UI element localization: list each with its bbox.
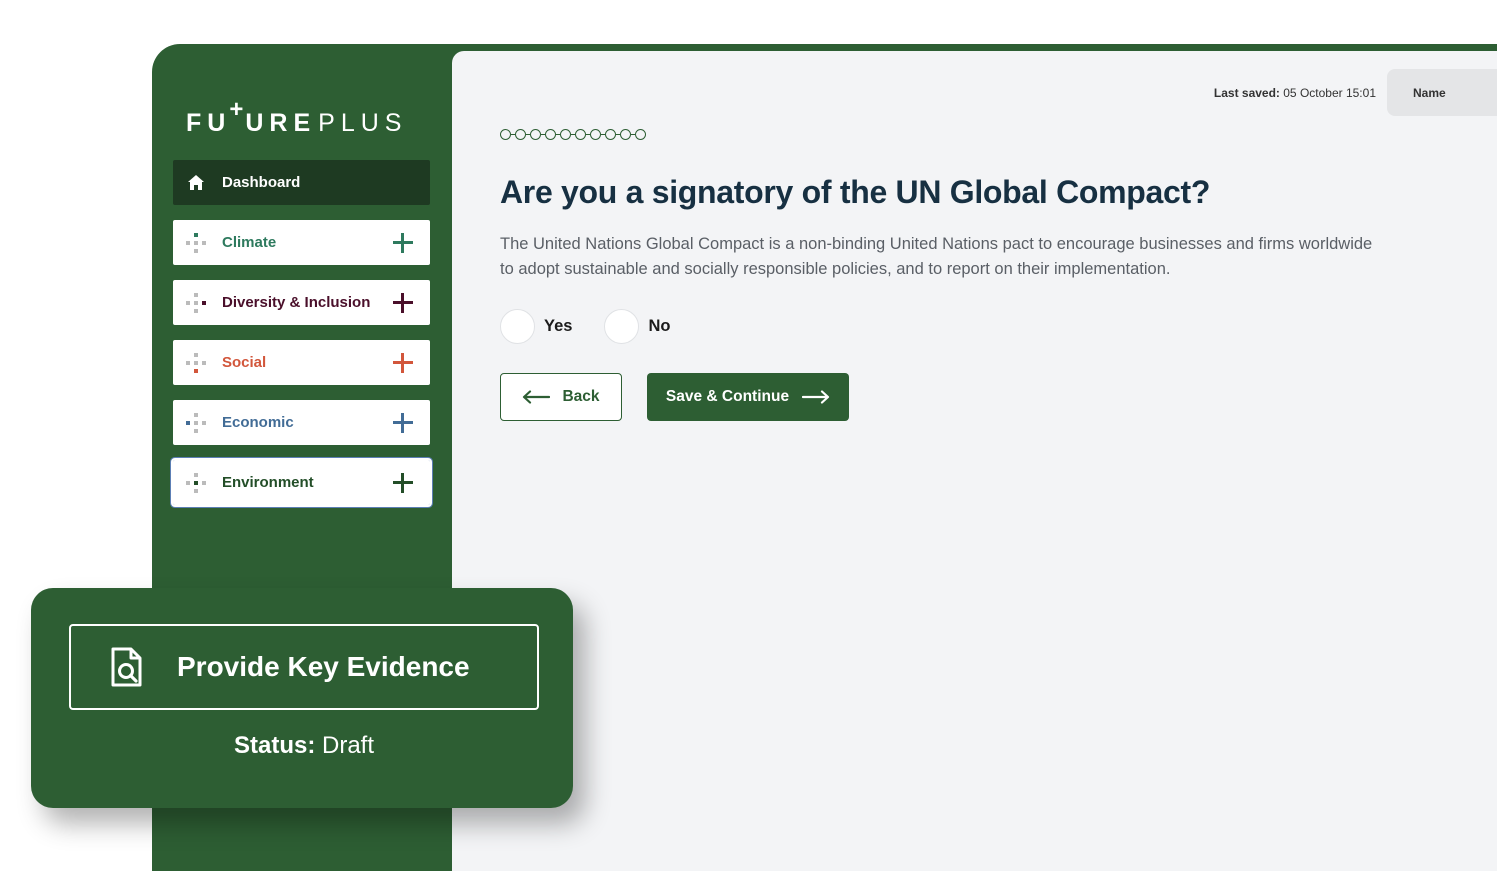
step-dot[interactable] [530, 129, 541, 140]
evidence-label: Provide Key Evidence [177, 651, 470, 682]
step-dot[interactable] [620, 129, 631, 140]
grid-dots-icon [185, 472, 207, 494]
document-search-icon [107, 646, 147, 688]
grid-dots-icon [185, 232, 207, 254]
sidebar-item-label: Dashboard [222, 174, 301, 191]
step-dot[interactable] [635, 129, 646, 140]
step-dot[interactable] [605, 129, 616, 140]
grid-dots-icon [185, 352, 207, 374]
yes-radio[interactable] [500, 309, 535, 344]
grid-dots-icon [185, 412, 207, 434]
last-saved-text: Last saved: 05 October 15:01 [1213, 86, 1376, 100]
question-title: Are you a signatory of the UN Global Com… [500, 174, 1211, 210]
sidebar-item-diversity-inclusion[interactable]: Diversity & Inclusion [173, 280, 430, 325]
plus-icon[interactable] [393, 352, 413, 373]
sidebar-item-label: Climate [222, 234, 277, 251]
arrow-left-icon [522, 390, 551, 404]
option-yes[interactable]: Yes [500, 309, 572, 344]
sidebar-item-label: Diversity & Inclusion [222, 294, 371, 311]
back-button[interactable]: Back [500, 373, 622, 421]
step-dot[interactable] [575, 129, 586, 140]
key-evidence-card: Provide Key Evidence Status: Draft [31, 588, 573, 808]
no-radio[interactable] [604, 309, 640, 344]
step-dot[interactable] [515, 129, 526, 140]
sidebar-item-label: Environment [222, 474, 314, 491]
option-label: Yes [544, 317, 573, 335]
step-dot[interactable] [545, 129, 556, 140]
plus-icon[interactable] [393, 232, 413, 253]
plus-icon[interactable] [393, 292, 413, 313]
status-text: Status: Draft [233, 732, 375, 759]
step-dot[interactable] [500, 129, 511, 140]
futureplus-logo: FU + URE PLUS [186, 96, 408, 137]
step-dot[interactable] [590, 129, 601, 140]
plus-icon[interactable] [393, 472, 413, 493]
sidebar-item-environment[interactable]: Environment [171, 458, 432, 507]
user-name-button[interactable]: Name [1387, 69, 1497, 116]
step-dot[interactable] [560, 129, 571, 140]
sidebar-item-climate[interactable]: Climate [173, 220, 430, 265]
sidebar-item-economic[interactable]: Economic [173, 400, 430, 445]
home-icon [185, 172, 207, 194]
sidebar-item-social[interactable]: Social [173, 340, 430, 385]
save-continue-button[interactable]: Save & Continue [647, 373, 849, 421]
main-content: Last saved: 05 October 15:01 Name Are yo… [452, 51, 1497, 871]
arrow-right-icon [802, 390, 830, 404]
sidebar-nav: Dashboard Climate Diversity & Inclusion [171, 160, 432, 520]
sidebar-item-label: Economic [222, 414, 294, 431]
sidebar-item-label: Social [222, 354, 267, 371]
provide-key-evidence-button[interactable]: Provide Key Evidence [69, 624, 539, 710]
sidebar-item-dashboard[interactable]: Dashboard [173, 160, 430, 205]
grid-dots-icon [185, 292, 207, 314]
answer-options: Yes No [500, 309, 702, 344]
progress-steps [500, 129, 646, 140]
option-label: No [648, 317, 671, 335]
question-description: The United Nations Global Compact is a n… [500, 235, 1373, 278]
plus-icon[interactable] [393, 412, 413, 433]
option-no[interactable]: No [604, 309, 670, 344]
